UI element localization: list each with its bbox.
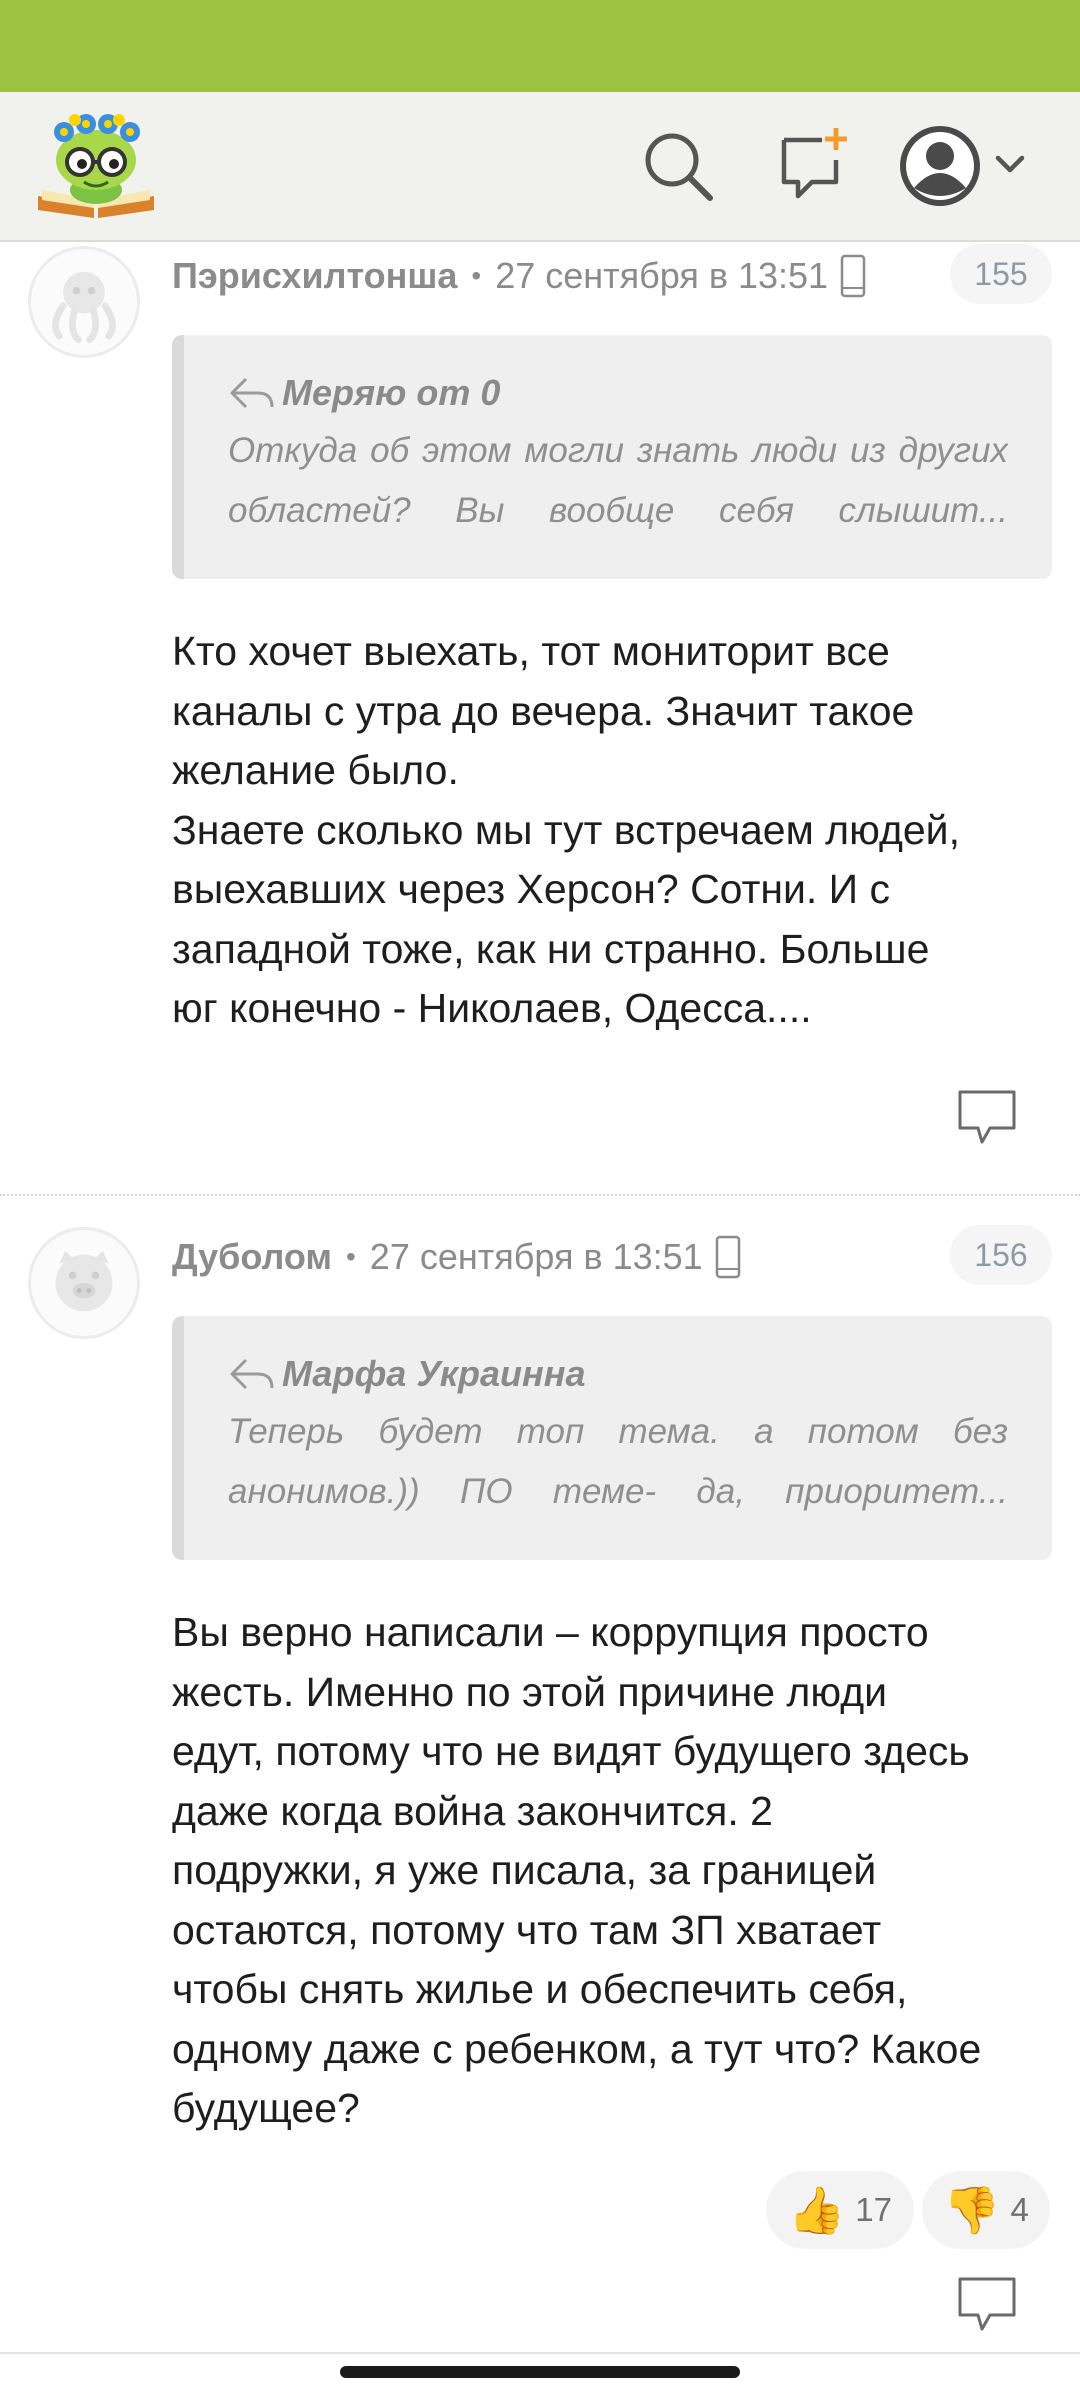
thumbs-up-icon: 👍 — [788, 2184, 846, 2236]
reply-arrow-icon — [230, 377, 274, 409]
comment-line: желание было. — [172, 747, 459, 793]
like-button[interactable]: 👍 17 — [766, 2171, 914, 2249]
search-icon — [645, 133, 713, 201]
comment-line: будущее? — [172, 2085, 360, 2131]
status-bar — [0, 0, 1080, 92]
chevron-down-icon — [995, 155, 1025, 173]
profile-menu-button[interactable] — [900, 120, 1040, 212]
reply-button[interactable] — [956, 1088, 1018, 1146]
quote-author: Марфа Украинна — [282, 1353, 586, 1394]
bookworm-logo[interactable] — [34, 110, 158, 222]
author-avatar[interactable] — [28, 1227, 140, 1339]
comment-line: даже когда война закончится. 2 — [172, 1787, 773, 1834]
comment-line: одному даже с ребенком, а тут что? Какое — [172, 2025, 982, 2072]
comment-body: Вы верно написали – коррупция просто жес… — [172, 1603, 1052, 2139]
new-post-button[interactable] — [776, 126, 852, 202]
author-name[interactable]: Пэрисхилтонша — [172, 255, 457, 297]
comment-line: каналы с утра до вечера. Значит такое — [172, 687, 915, 734]
quote-text: Откуда об этом могли знать люди из други… — [228, 431, 1008, 530]
author-avatar[interactable] — [28, 246, 140, 358]
comment-divider — [0, 1194, 1080, 1196]
comment-body: Кто хочет выехать, тот мониторит все кан… — [172, 622, 1052, 1039]
user-avatar-icon — [900, 126, 980, 206]
reply-bubble-icon — [958, 1090, 1016, 1144]
quote-author-row: Марфа Украинна — [228, 1346, 1008, 1402]
comment-date[interactable]: 27 сентября в 13:51 — [495, 255, 828, 297]
bottom-divider — [0, 2352, 1080, 2354]
reply-bubble-icon — [958, 2277, 1016, 2331]
quote-author: Меряю от 0 — [282, 372, 501, 413]
comment-line: остаются, потому что там ЗП хватает — [172, 1906, 882, 1953]
dislike-count: 4 — [1010, 2191, 1029, 2228]
meta-separator: • — [345, 1241, 356, 1272]
comment-line: жесть. Именно по этой причине люди — [172, 1668, 888, 1715]
reply-arrow-icon — [230, 1358, 274, 1390]
comment-date[interactable]: 27 сентября в 13:51 — [370, 1236, 703, 1278]
search-button[interactable] — [640, 128, 716, 204]
comment-meta: Пэрисхилтонша • 27 сентября в 13:51 — [172, 246, 866, 306]
comment-line: юг конечно - Николаев, Одесса.... — [172, 985, 812, 1031]
reply-button[interactable] — [956, 2275, 1018, 2333]
quote-author-row: Меряю от 0 — [228, 365, 1008, 421]
quoted-comment[interactable]: Меряю от 0 Откуда об этом могли знать лю… — [172, 335, 1052, 579]
comment-line: Вы верно написали – коррупция просто — [172, 1609, 929, 1655]
quoted-comment[interactable]: Марфа Украинна Теперь будет топ тема. а … — [172, 1316, 1052, 1560]
author-name[interactable]: Дуболом — [172, 1236, 332, 1278]
new-post-icon — [781, 128, 847, 199]
app-header — [0, 92, 1080, 242]
mobile-phone-icon — [715, 1235, 740, 1279]
mobile-phone-icon — [840, 254, 866, 298]
thumbs-down-icon: 👎 — [943, 2184, 1001, 2236]
home-indicator[interactable] — [340, 2366, 740, 2378]
quote-text: Теперь будет топ тема. а потом без анони… — [228, 1412, 1008, 1511]
dislike-button[interactable]: 👎 4 — [922, 2171, 1050, 2249]
comment-line: выехавших через Херсон? Сотни. И с — [172, 866, 891, 912]
comment-line: чтобы снять жилье и обеспечить себя, — [172, 1966, 908, 2012]
comment-meta: Дуболом • 27 сентября в 13:51 — [172, 1227, 741, 1287]
like-count: 17 — [855, 2191, 892, 2228]
comment-line: подружки, я уже писала, за границей — [172, 1847, 877, 1893]
comment-number-badge[interactable]: 155 — [950, 244, 1052, 304]
comment-line: Знаете сколько мы тут встречаем людей, — [172, 806, 960, 853]
comment-line: западной тоже, как ни странно. Больше — [172, 925, 930, 972]
comment-line: Кто хочет выехать, тот мониторит все — [172, 628, 890, 674]
comment-line: едут, потому что не видят будущего здесь — [172, 1728, 970, 1774]
comment-number-badge[interactable]: 156 — [950, 1225, 1052, 1285]
meta-separator: • — [471, 260, 482, 291]
